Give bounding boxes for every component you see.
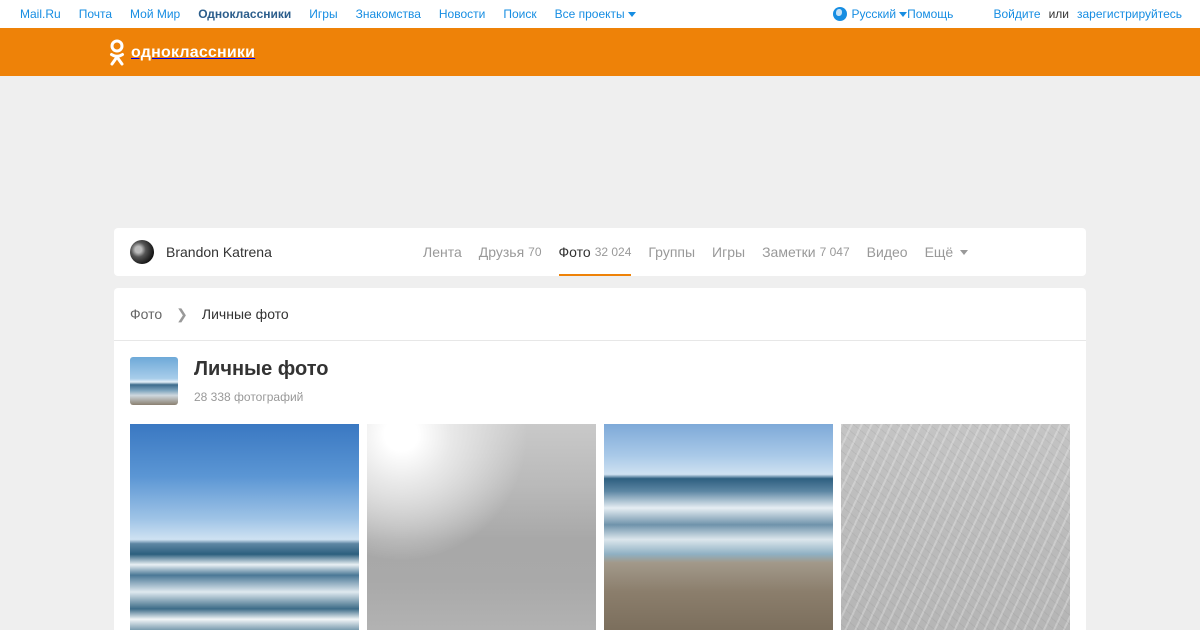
all-projects-dropdown[interactable]: Все проекты: [555, 7, 636, 21]
tab-notes[interactable]: Заметки 7 047: [762, 228, 850, 276]
photo-thumbnail[interactable]: [367, 424, 596, 630]
portal-link-moy-mir[interactable]: Мой Мир: [130, 7, 180, 21]
tab-groups[interactable]: Группы: [648, 228, 695, 276]
tab-label: Ещё: [924, 244, 954, 260]
login-link[interactable]: Войдите: [993, 7, 1040, 21]
chevron-down-icon: [627, 12, 636, 18]
portal-link-znakomstva[interactable]: Знакомства: [356, 7, 421, 21]
tab-label: Заметки: [762, 244, 816, 260]
tab-more[interactable]: Ещё: [925, 228, 969, 276]
portal-right: Русский Помощь Войдите или зарегистрируй…: [832, 0, 1182, 28]
or-text: или: [1048, 7, 1069, 21]
portal-link-poisk[interactable]: Поиск: [503, 7, 536, 21]
album-cover-thumbnail: [130, 357, 178, 405]
register-link[interactable]: зарегистрируйтесь: [1077, 7, 1182, 21]
language-selector[interactable]: Русский: [832, 7, 908, 21]
site-header: одноклассники: [0, 28, 1200, 76]
tab-label: Игры: [712, 244, 746, 260]
portal-link-pochta[interactable]: Почта: [79, 7, 112, 21]
portal-link-igry[interactable]: Игры: [309, 7, 337, 21]
photo-thumbnail[interactable]: [841, 424, 1070, 630]
portal-link-novosti[interactable]: Новости: [439, 7, 485, 21]
tab-lenta[interactable]: Лента: [423, 228, 462, 276]
language-label: Русский: [851, 7, 897, 21]
tab-count: 32 024: [594, 245, 632, 259]
avatar[interactable]: [130, 240, 154, 264]
photo-thumbnail[interactable]: [604, 424, 833, 630]
all-projects-label: Все проекты: [554, 7, 625, 21]
tab-friends[interactable]: Друзья 70: [479, 228, 542, 276]
tab-label: Группы: [648, 244, 696, 260]
ok-logo-icon: [110, 39, 124, 66]
chevron-down-icon: [899, 11, 908, 17]
tab-photos[interactable]: Фото 32 024: [558, 228, 632, 276]
chevron-right-icon: ❯: [176, 305, 188, 322]
portal-bar: Mail.Ru Почта Мой Мир Одноклассники Игры…: [0, 0, 1200, 28]
chevron-down-icon: [960, 249, 969, 255]
help-link[interactable]: Помощь: [907, 7, 953, 21]
tab-video[interactable]: Видео: [867, 228, 908, 276]
profile-tabs: Лента Друзья 70 Фото 32 024 Группы Игры …: [423, 228, 985, 276]
tab-label: Друзья: [478, 244, 525, 260]
album-photo-count: 28 338 фотографий: [194, 390, 304, 404]
ok-logo[interactable]: одноклассники: [109, 39, 255, 66]
album-title: Личные фото: [194, 358, 329, 380]
portal-link-mailru[interactable]: Mail.Ru: [20, 7, 61, 21]
tab-count: 7 047: [819, 245, 850, 259]
logo-text: одноклассники: [131, 43, 256, 61]
breadcrumb: Фото ❯ Личные фото: [114, 288, 1086, 341]
photo-thumbnail[interactable]: [130, 424, 359, 630]
tab-count: 70: [528, 245, 542, 259]
photo-album-panel: Фото ❯ Личные фото Личные фото 28 338 фо…: [114, 288, 1086, 630]
tab-label: Лента: [423, 244, 462, 260]
portal-links: Mail.Ru Почта Мой Мир Одноклассники Игры…: [20, 0, 654, 28]
breadcrumb-current: Личные фото: [201, 306, 289, 322]
profile-name[interactable]: Brandon Katrena: [166, 244, 272, 260]
portal-link-odnoklassniki[interactable]: Одноклассники: [198, 7, 291, 21]
tab-games[interactable]: Игры: [712, 228, 745, 276]
profile-nav-bar: Brandon Katrena Лента Друзья 70 Фото 32 …: [114, 228, 1086, 276]
tab-label: Видео: [866, 244, 908, 260]
globe-icon: [832, 7, 847, 21]
tab-label: Фото: [558, 244, 591, 260]
breadcrumb-photos-link[interactable]: Фото: [130, 306, 162, 322]
